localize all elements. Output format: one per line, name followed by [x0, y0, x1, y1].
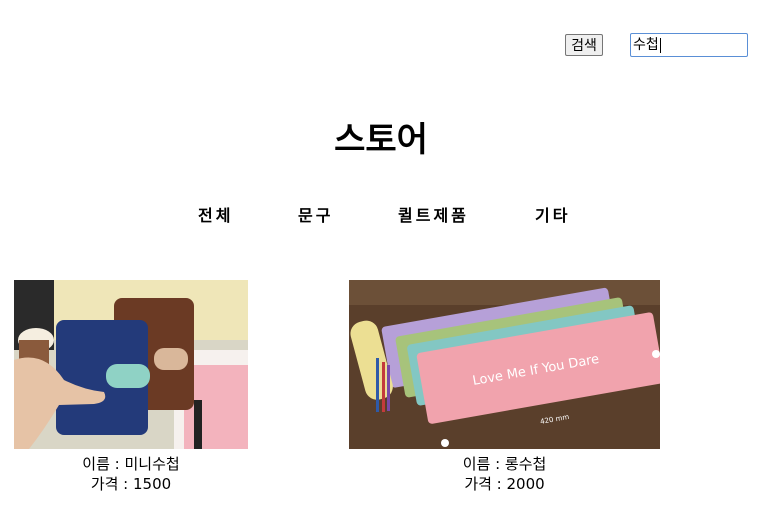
nav-item-all[interactable]: 전체	[198, 202, 233, 226]
product-card[interactable]: Love Me If You Dare 420 mm 이름 : 롱수첩 가격 :…	[349, 280, 660, 494]
store-page: 검색 수첩 스토어 전체 문구 퀼트제품 기타 이름 : 미니수첩 가격 : 1…	[0, 0, 762, 513]
product-name: 이름 : 미니수첩	[82, 455, 180, 473]
product-price: 가격 : 1500	[90, 475, 172, 493]
product-image[interactable]: Love Me If You Dare 420 mm	[349, 280, 660, 449]
nav-item-quilt[interactable]: 퀼트제품	[398, 202, 469, 226]
product-price: 가격 : 2000	[464, 475, 545, 493]
nav-item-stationery[interactable]: 문구	[298, 202, 333, 226]
product-name: 이름 : 롱수첩	[462, 455, 547, 473]
nav-item-etc[interactable]: 기타	[535, 202, 570, 226]
search-input[interactable]: 수첩	[630, 33, 748, 57]
product-card[interactable]: 이름 : 미니수첩 가격 : 1500	[14, 280, 248, 494]
page-title: 스토어	[334, 120, 428, 160]
search-input-value: 수첩	[633, 37, 659, 53]
product-image[interactable]	[14, 280, 248, 449]
text-caret	[659, 37, 661, 53]
search-button[interactable]: 검색	[565, 34, 603, 56]
